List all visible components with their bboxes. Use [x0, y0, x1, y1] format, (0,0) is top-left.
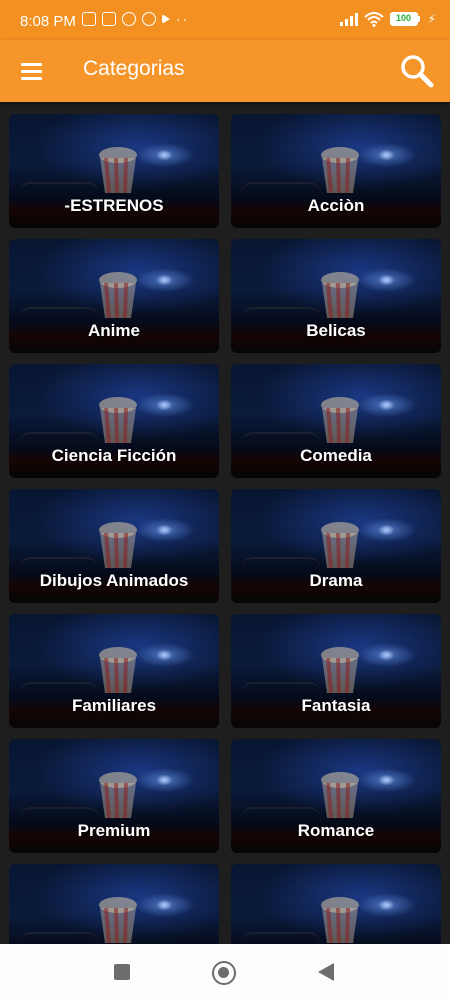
category-tile[interactable]: Belicas [231, 239, 441, 353]
category-label: Familiares [71, 696, 157, 715]
popcorn-icon [99, 147, 137, 194]
back-button[interactable] [318, 963, 334, 981]
category-tile[interactable]: Fantasia [231, 614, 441, 728]
search-icon[interactable] [398, 52, 436, 90]
category-label: -ESTRENOS [64, 196, 164, 215]
popcorn-icon [99, 272, 137, 319]
category-tile[interactable]: Acciòn [231, 114, 441, 228]
signal-icon [339, 12, 358, 26]
popcorn-icon [321, 522, 359, 569]
sync-off-icon [82, 12, 96, 26]
category-label: Anime [88, 321, 140, 340]
menu-icon[interactable] [16, 57, 48, 85]
category-label: Dibujos Animados [39, 571, 189, 590]
popcorn-icon [321, 772, 359, 819]
popcorn-icon [321, 147, 359, 194]
popcorn-icon [321, 647, 359, 694]
category-tile[interactable]: Dibujos Animados [9, 489, 219, 603]
category-label: Romance [297, 821, 375, 840]
category-tile[interactable]: Ciencia Ficción [9, 364, 219, 478]
category-grid: -ESTRENOS Acciòn Anime Belicas Ciencia Ficci… [0, 102, 450, 944]
status-bar: 8:08 PM ·· 100 ⚡ [0, 0, 450, 40]
notification-icons: ·· [82, 12, 189, 26]
more-dots-icon: ·· [176, 11, 190, 27]
category-label: Premium [77, 821, 151, 840]
popcorn-icon [99, 522, 137, 569]
category-tile[interactable]: Familiares [9, 614, 219, 728]
category-label: Belicas [306, 321, 366, 340]
category-label: Acciòn [307, 196, 365, 215]
category-label: Drama [309, 571, 363, 590]
app-bar: Categorias [0, 40, 450, 102]
popcorn-icon [321, 897, 359, 944]
popcorn-icon [99, 897, 137, 944]
play-icon [162, 14, 170, 24]
page-title: Categorias [83, 57, 185, 80]
battery-icon: 100 [389, 12, 420, 26]
category-tile[interactable]: Romance [231, 739, 441, 853]
wifi-icon [363, 12, 384, 27]
home-button[interactable] [212, 961, 236, 985]
category-tile[interactable]: Drama [231, 489, 441, 603]
category-tile[interactable] [9, 864, 219, 944]
category-tile[interactable]: Anime [9, 239, 219, 353]
popcorn-icon [99, 397, 137, 444]
category-tile[interactable]: Comedia [231, 364, 441, 478]
popcorn-icon [321, 397, 359, 444]
3d-glasses-graphic [241, 932, 321, 944]
app-icon [102, 12, 116, 26]
popcorn-icon [321, 272, 359, 319]
popcorn-icon [99, 647, 137, 694]
category-label: Comedia [300, 446, 372, 465]
category-label: Ciencia Ficción [51, 446, 177, 465]
category-tile[interactable]: -ESTRENOS [9, 114, 219, 228]
popcorn-icon [99, 772, 137, 819]
category-tile[interactable]: Premium [9, 739, 219, 853]
3d-glasses-graphic [19, 932, 99, 944]
app-icon [142, 12, 156, 26]
recents-button[interactable] [114, 964, 130, 980]
system-nav-bar [0, 944, 450, 1000]
chat-icon [122, 12, 136, 26]
category-label: Fantasia [301, 696, 371, 715]
battery-level: 100 [389, 12, 418, 26]
status-time: 8:08 PM [20, 13, 76, 30]
category-tile[interactable] [231, 864, 441, 944]
charging-icon: ⚡ [427, 12, 436, 26]
